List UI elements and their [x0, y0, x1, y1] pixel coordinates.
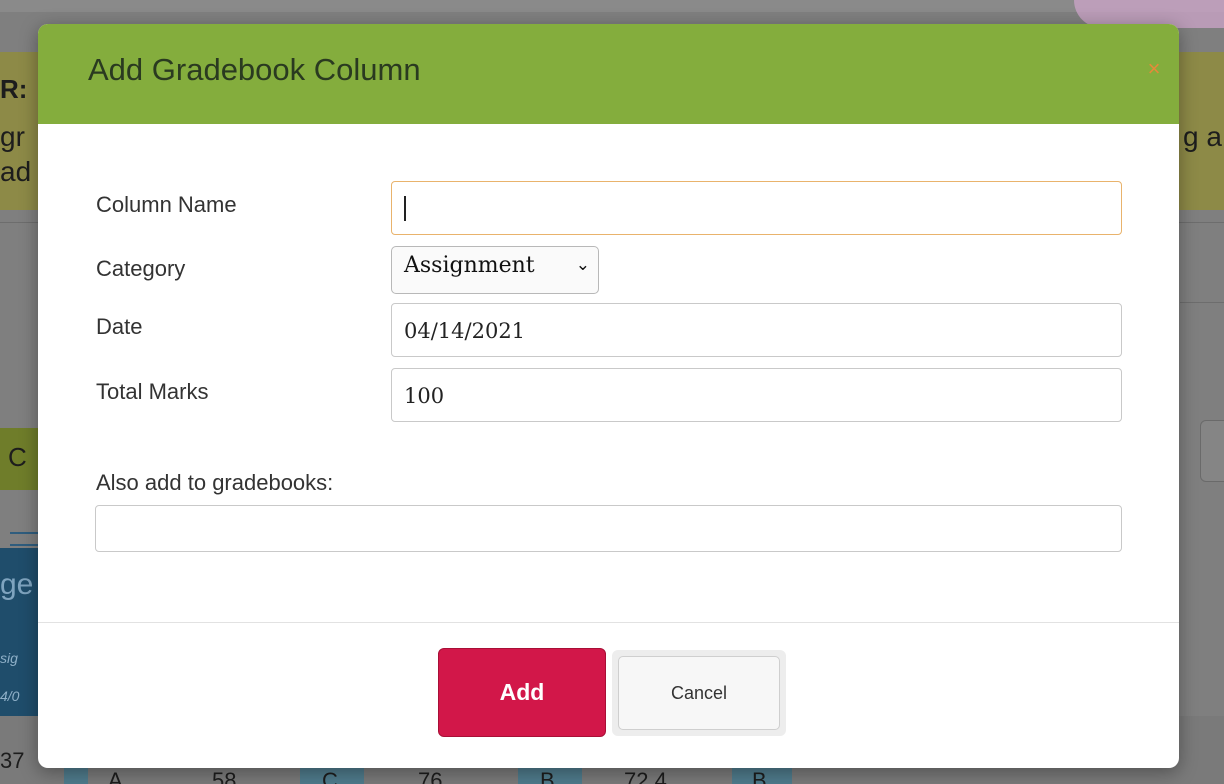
date-value: 04/14/2021	[404, 319, 526, 343]
category-select[interactable]: Assignment ⌄	[391, 246, 599, 294]
footer-divider	[38, 622, 1179, 623]
category-label: Category	[96, 256, 186, 281]
column-name-label: Column Name	[96, 192, 237, 217]
total-marks-label: Total Marks	[96, 379, 209, 404]
dialog-title: Add Gradebook Column	[88, 52, 421, 87]
background-card-title: ge	[0, 568, 34, 601]
divider	[1180, 302, 1224, 303]
date-input[interactable]: 04/14/2021	[391, 303, 1122, 357]
background-cell: B	[540, 768, 555, 784]
total-marks-value: 100	[404, 384, 445, 408]
cancel-button-wrapper: Cancel	[612, 650, 786, 736]
menu-lines-icon	[10, 532, 40, 546]
close-icon[interactable]: ×	[1147, 58, 1161, 80]
background-cell: 37	[0, 748, 25, 773]
background-cell: C	[322, 768, 338, 784]
total-marks-input[interactable]: 100	[391, 368, 1122, 422]
background-cell: A	[108, 768, 123, 784]
chevron-down-icon: ⌄	[575, 255, 590, 275]
banner-text-fragment: ad	[0, 156, 32, 187]
add-button[interactable]: Add	[438, 648, 606, 737]
banner-text-fragment: g a	[1183, 121, 1222, 152]
background-button-label: C	[8, 442, 27, 472]
background-cell: 72.4	[624, 768, 667, 784]
gradebooks-input[interactable]	[95, 505, 1122, 552]
background-cell: 58	[212, 768, 237, 784]
column-name-input[interactable]	[391, 181, 1122, 235]
cancel-button[interactable]: Cancel	[618, 656, 780, 730]
background-cell: 76	[418, 768, 443, 784]
also-add-label: Also add to gradebooks:	[96, 470, 334, 495]
banner-heading-fragment: R:	[0, 74, 28, 104]
background-chip	[64, 766, 88, 784]
top-strip	[0, 0, 1224, 12]
background-cell: B	[752, 768, 767, 784]
dialog-header: Add Gradebook Column ×	[38, 24, 1179, 124]
text-caret	[404, 196, 406, 221]
category-selected-value: Assignment	[404, 253, 535, 278]
date-label: Date	[96, 314, 143, 339]
add-gradebook-column-dialog: Add Gradebook Column × Column Name Categ…	[38, 24, 1179, 768]
background-card-text: sig	[0, 650, 18, 666]
banner-text-fragment: gr	[0, 121, 25, 152]
background-card-text: 4/0	[0, 688, 20, 704]
background-button	[1200, 420, 1224, 482]
